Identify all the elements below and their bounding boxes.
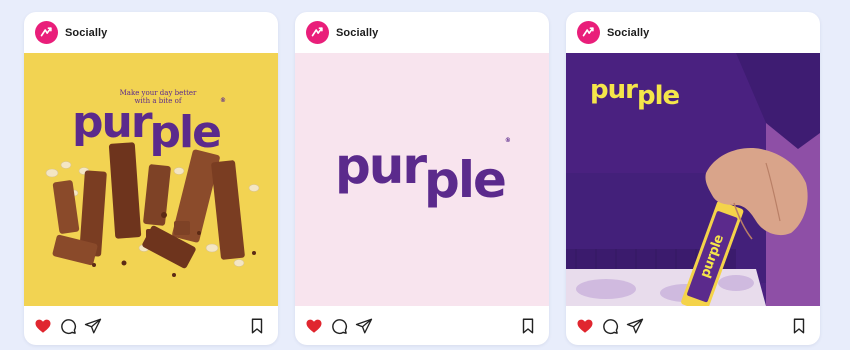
share-icon[interactable] [626,317,644,335]
heart-icon[interactable] [305,317,323,335]
post-header: Socially [566,12,820,53]
post-image: purple purple [566,53,820,306]
share-icon[interactable] [355,317,373,335]
post-card-1: Socially Make your day better with a bit… [24,12,278,345]
account-name[interactable]: Socially [65,27,107,39]
brand-wordmark: purple® [72,97,226,158]
post-header: Socially [295,12,549,53]
post-header: Socially [24,12,278,53]
brand-wordmark: purple [590,75,680,111]
post-actions [24,306,278,345]
account-name[interactable]: Socially [607,27,649,39]
comment-icon[interactable] [330,317,348,335]
bookmark-icon[interactable] [519,317,537,335]
post-actions [566,306,820,345]
bookmark-icon[interactable] [248,317,266,335]
brand-wordmark: purple® [335,137,511,209]
brand-logo-icon [40,27,52,37]
comment-icon[interactable] [601,317,619,335]
post-actions [295,306,549,345]
post-card-2: Socially purple® [295,12,549,345]
account-avatar[interactable] [577,21,600,44]
account-avatar[interactable] [35,21,58,44]
brand-logo-icon [311,27,323,37]
account-name[interactable]: Socially [336,27,378,39]
brand-logo-icon [582,27,594,37]
heart-icon[interactable] [34,317,52,335]
heart-icon[interactable] [576,317,594,335]
post-image: Make your day better with a bite of purp… [24,53,278,306]
comment-icon[interactable] [59,317,77,335]
account-avatar[interactable] [306,21,329,44]
bookmark-icon[interactable] [790,317,808,335]
post-card-3: Socially purple purple [566,12,820,345]
post-image: purple® [295,53,549,306]
share-icon[interactable] [84,317,102,335]
